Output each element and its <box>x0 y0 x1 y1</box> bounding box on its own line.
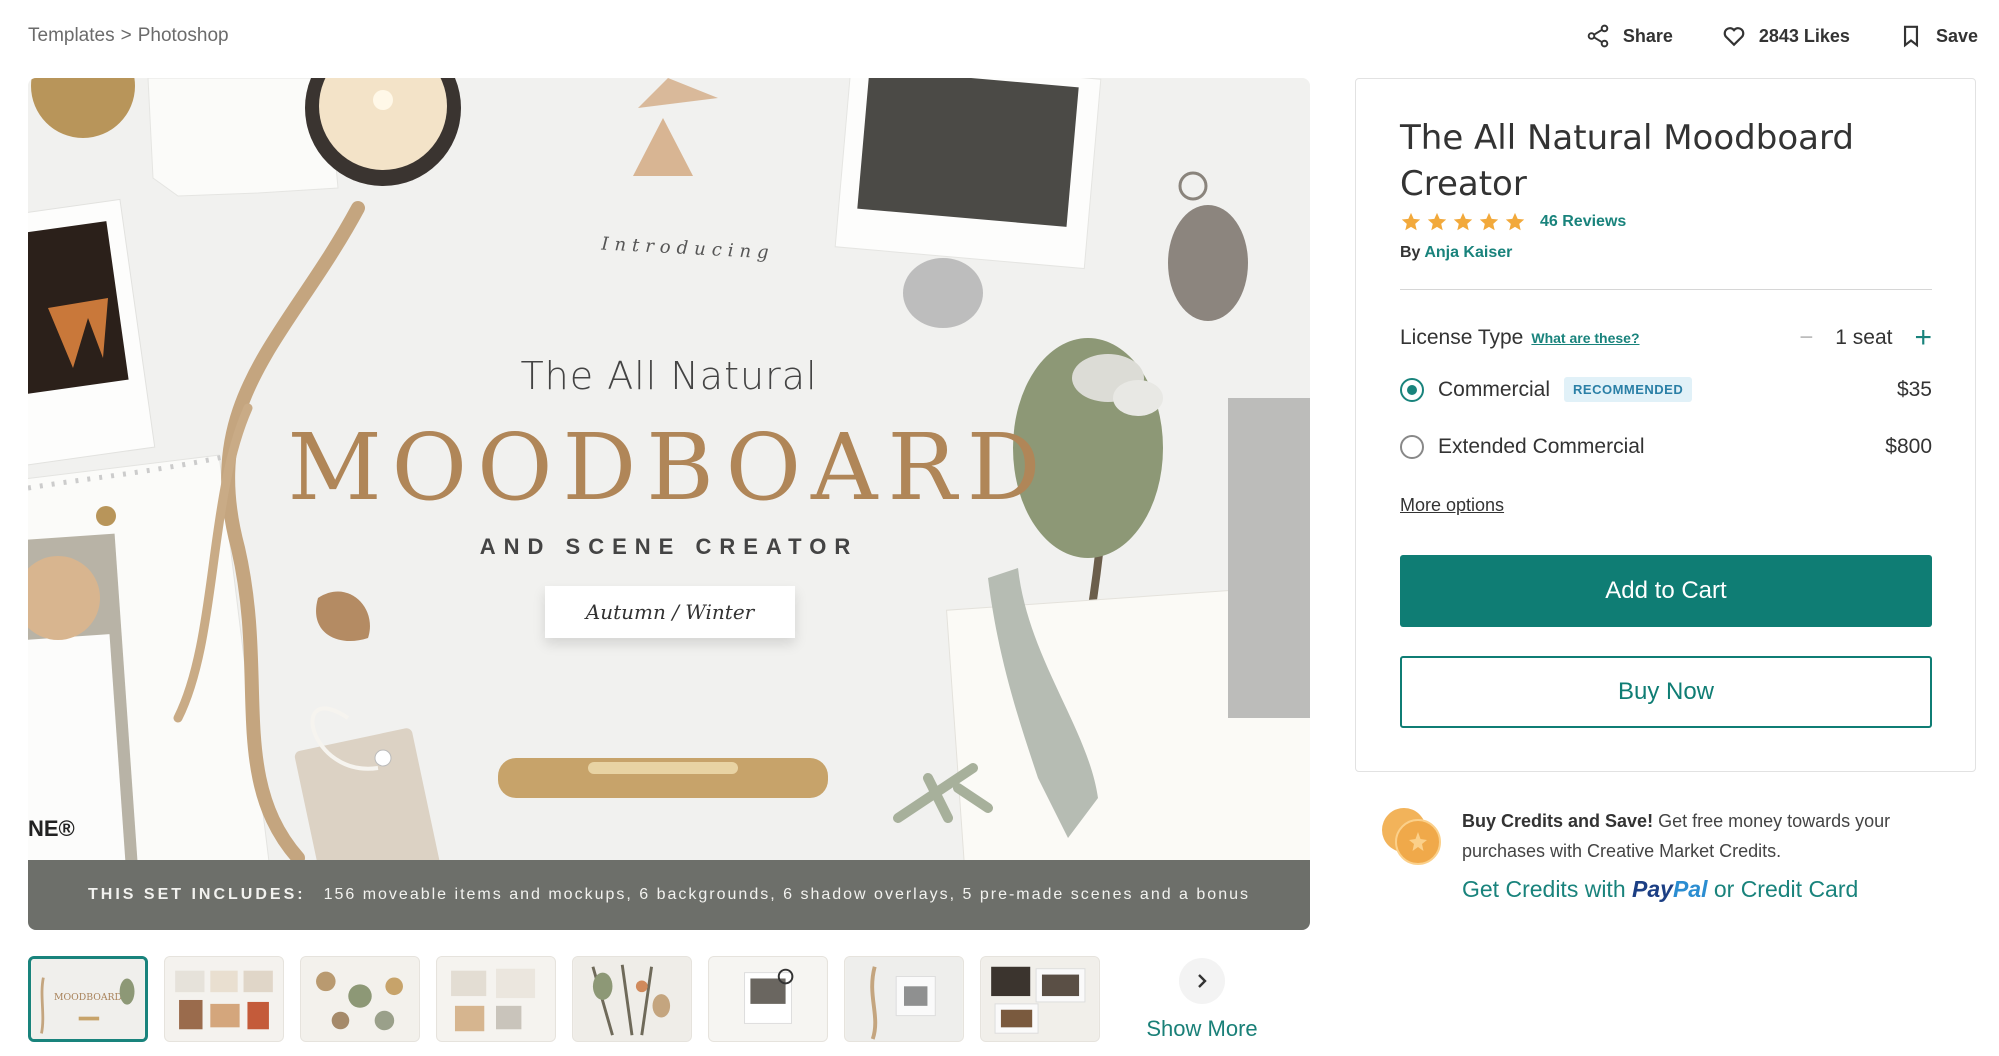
more-options-link[interactable]: More options <box>1400 495 1504 516</box>
option-price: $35 <box>1896 377 1932 401</box>
seat-increment-button[interactable]: + <box>1914 323 1932 353</box>
thumbnail-8-image <box>981 957 1099 1041</box>
purchase-panel: The All Natural Moodboard Creator 46 Rev… <box>1355 78 1976 772</box>
license-option-commercial[interactable]: Commercial RECOMMENDED $35 <box>1400 377 1932 402</box>
paypal-logo-b: Pal <box>1672 876 1708 902</box>
by-label: By <box>1400 244 1421 261</box>
star-icon <box>1479 212 1499 231</box>
thumbnail-5[interactable] <box>572 956 692 1042</box>
hero-caption-text: 156 moveable items and mockups, 6 backgr… <box>323 886 1250 903</box>
author-link[interactable]: Anja Kaiser <box>1424 244 1512 261</box>
divider <box>1400 289 1932 290</box>
product-title: The All Natural Moodboard Creator <box>1400 118 1854 204</box>
chevron-right-icon <box>1198 974 1207 988</box>
hero-caption-lead: THIS SET INCLUDES: <box>88 886 306 903</box>
license-help-link[interactable]: What are these? <box>1531 330 1639 346</box>
thumbnail-2-image <box>165 957 283 1041</box>
coins-icon <box>1382 808 1441 865</box>
star-icon <box>1427 212 1447 231</box>
bookmark-icon <box>1903 25 1918 48</box>
save-label: Save <box>1935 25 1978 46</box>
seat-decrement-button[interactable]: − <box>1799 324 1813 352</box>
option-label: Extended Commercial <box>1438 435 1645 458</box>
thumbnail-strip: MOODBOARD <box>28 956 1100 1042</box>
heart-icon <box>1723 27 1745 47</box>
thumbnail-7-image <box>845 957 963 1041</box>
thumbnail-6[interactable] <box>708 956 828 1042</box>
breadcrumb-separator: > <box>120 25 132 46</box>
radio-unselected[interactable] <box>1400 435 1424 459</box>
seat-count: 1 seat <box>1835 326 1893 349</box>
thumbnail-6-image <box>709 957 827 1041</box>
credits-headline: Buy Credits and Save! <box>1462 811 1654 831</box>
thumbnail-1[interactable]: MOODBOARD <box>28 956 148 1042</box>
get-credits-link[interactable]: Get Credits with PayPal or Credit Card <box>1462 876 1858 903</box>
share-label: Share <box>1622 25 1673 46</box>
hero-line-1: The All Natural <box>520 354 818 398</box>
thumbnail-3[interactable] <box>300 956 420 1042</box>
breadcrumb: Templates > Photoshop <box>28 25 229 47</box>
hero-line-2: MOODBOARD <box>287 414 1051 521</box>
show-more-button[interactable]: Show More <box>1142 958 1262 1042</box>
thumbnail-3-image <box>301 957 419 1041</box>
likes-count: 2843 Likes <box>1758 25 1850 46</box>
license-type-label: License Type <box>1400 326 1524 349</box>
hero-image[interactable]: Introducing The All Natural MOODBOARD AN… <box>28 78 1310 930</box>
save-button[interactable]: Save <box>1898 23 1978 49</box>
thumbnail-4-image <box>437 957 555 1041</box>
thumbnail-8[interactable] <box>980 956 1100 1042</box>
credits-link-prefix: Get Credits with <box>1462 876 1626 902</box>
credits-link-suffix: or Credit Card <box>1713 876 1859 902</box>
license-row: License Type What are these? − 1 seat + <box>1400 323 1932 353</box>
license-option-extended[interactable]: Extended Commercial $800 <box>1400 435 1932 459</box>
hero-line-3: AND SCENE CREATOR <box>479 534 859 559</box>
next-thumbnails-button[interactable] <box>1179 958 1225 1004</box>
hero-season-label: Autumn / Winter <box>545 586 795 638</box>
reviews-link[interactable]: 46 Reviews <box>1540 213 1626 231</box>
recommended-badge: RECOMMENDED <box>1564 377 1693 402</box>
top-actions: Share 2843 Likes Save <box>1585 23 1978 49</box>
radio-selected[interactable] <box>1400 377 1424 402</box>
top-bar: Templates > Photoshop Share 2843 Likes S… <box>28 0 1978 72</box>
credits-description: Buy Credits and Save! Get free money tow… <box>1462 806 1972 866</box>
thumbnail-2[interactable] <box>164 956 284 1042</box>
share-icon <box>1587 24 1609 48</box>
author-line: By Anja Kaiser <box>1400 244 1512 262</box>
breadcrumb-photoshop[interactable]: Photoshop <box>138 25 229 47</box>
like-button[interactable]: 2843 Likes <box>1721 23 1850 49</box>
thumbnail-1-title: MOODBOARD <box>54 992 122 1003</box>
option-price: $800 <box>1885 435 1932 458</box>
star-icon <box>1505 212 1525 231</box>
thumbnail-7[interactable] <box>844 956 964 1042</box>
hero-caption: THIS SET INCLUDES: 156 moveable items an… <box>28 860 1310 930</box>
rating: 46 Reviews <box>1400 211 1626 233</box>
thumbnail-1-image: MOODBOARD <box>32 959 144 1039</box>
buy-now-button[interactable]: Buy Now <box>1400 656 1932 728</box>
add-to-cart-button[interactable]: Add to Cart <box>1400 555 1932 627</box>
thumbnail-4[interactable] <box>436 956 556 1042</box>
star-icon <box>1401 212 1421 231</box>
share-button[interactable]: Share <box>1585 23 1673 49</box>
thumbnail-5-image <box>573 957 691 1041</box>
hero-logo-fragment: NE® <box>28 816 75 841</box>
seat-stepper: − 1 seat + <box>1799 323 1932 353</box>
breadcrumb-templates[interactable]: Templates <box>28 25 115 47</box>
paypal-logo-a: Pay <box>1632 876 1673 902</box>
show-more-label: Show More <box>1146 1016 1258 1041</box>
paypal-logo: PayPal <box>1632 876 1707 902</box>
star-icon <box>1453 212 1473 231</box>
option-label: Commercial <box>1438 377 1551 401</box>
